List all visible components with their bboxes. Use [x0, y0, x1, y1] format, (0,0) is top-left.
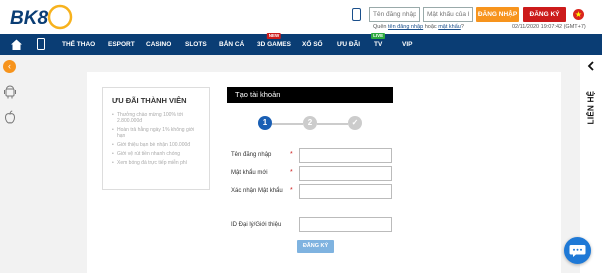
benefits-title: ƯU ĐÃI THÀNH VIÊN: [112, 96, 187, 105]
contact-label: LIÊN HỆ: [586, 90, 596, 125]
main-nav: THỂ THAO ESPORT CASINO SLOTS BẮN CÁ NEW …: [0, 33, 602, 55]
forgot-prefix: Quên: [373, 24, 387, 30]
forgot-credentials: Quên tên đăng nhập hoặc mật khẩu?: [373, 24, 464, 30]
nav-label: ƯU ĐÃI: [337, 41, 361, 48]
username-input[interactable]: [369, 7, 420, 22]
forgot-or: hoặc: [424, 24, 437, 30]
nav-item-esport[interactable]: ESPORT: [108, 34, 135, 55]
step-1-active: 1: [258, 116, 272, 130]
forgot-username-link[interactable]: tên đăng nhập: [388, 24, 423, 30]
nav-label: CASINO: [146, 41, 172, 48]
mobile-app-icon[interactable]: [37, 38, 45, 50]
apple-icon[interactable]: [4, 110, 16, 124]
logo-text: BK8: [10, 8, 48, 29]
required-mark: *: [290, 187, 293, 194]
nav-item-slots[interactable]: SLOTS: [185, 34, 207, 55]
create-account-title: Tạo tài khoản: [227, 87, 393, 103]
nav-item-tv[interactable]: LIVE TV: [371, 33, 386, 55]
new-password-label: Mật khẩu mới: [231, 170, 268, 176]
nav-label: XỔ SỐ: [302, 41, 323, 48]
nav-item-fishing[interactable]: BẮN CÁ: [219, 34, 244, 55]
nav-item-3d-games[interactable]: NEW 3D GAMES: [257, 33, 291, 55]
nav-label: THỂ THAO: [62, 41, 96, 48]
top-header: BK8 ĐĂNG NHẬP ĐĂNG KÝ ★ Quên tên đăng nh…: [0, 0, 602, 34]
phone-icon[interactable]: [352, 8, 361, 21]
nav-item-lottery[interactable]: XỔ SỐ: [302, 34, 323, 55]
chat-icon[interactable]: [564, 237, 591, 264]
back-arrow-icon[interactable]: ‹: [3, 60, 16, 73]
nav-label: ESPORT: [108, 41, 135, 48]
nav-label: BẮN CÁ: [219, 41, 245, 48]
referral-label: ID Đại lý/Giới thiệu: [231, 222, 282, 228]
login-button[interactable]: ĐĂNG NHẬP: [476, 7, 519, 22]
nav-label: 3D GAMES: [257, 41, 291, 48]
chevron-left-icon[interactable]: [586, 61, 596, 71]
step-2: 2: [303, 116, 317, 130]
forgot-password-link[interactable]: mật khẩu: [438, 24, 461, 30]
nav-item-promotions[interactable]: ƯU ĐÃI: [337, 34, 360, 55]
submit-register-button[interactable]: ĐĂNG KÝ: [297, 240, 334, 253]
required-mark: *: [290, 151, 293, 158]
step-indicator: 1 2 ✓: [258, 116, 366, 132]
nav-label: TV: [374, 41, 383, 48]
android-icon[interactable]: [4, 85, 16, 99]
reg-username-input[interactable]: [299, 148, 392, 163]
bk8-logo[interactable]: BK8: [8, 2, 74, 32]
step-connector: [317, 123, 348, 125]
nav-item-sports[interactable]: THỂ THAO: [62, 34, 95, 55]
new-badge: NEW: [266, 33, 282, 39]
benefit-item: Thưởng chào mừng 100% tới 2.800.000đ: [112, 112, 200, 124]
reg-confirm-password-input[interactable]: [299, 184, 392, 199]
forgot-suffix: ?: [460, 24, 464, 30]
nav-item-vip[interactable]: VIP: [402, 34, 412, 55]
benefit-item: Giới vệ rút tiền nhanh chóng: [112, 151, 200, 157]
nav-item-casino[interactable]: CASINO: [146, 34, 171, 55]
username-label: Tên đăng nhập: [231, 152, 272, 158]
left-rail: ‹: [0, 55, 20, 273]
benefit-item: Hoàn trả hằng ngày 1% không giới hạn: [112, 127, 200, 139]
vietnam-flag-icon[interactable]: ★: [573, 9, 584, 20]
nav-label: SLOTS: [185, 41, 207, 48]
benefit-item: Giới thiệu bạn bè nhận 100.000đ: [112, 142, 200, 148]
benefits-list: Thưởng chào mừng 100% tới 2.800.000đ Hoà…: [112, 112, 200, 166]
member-benefits-panel: ƯU ĐÃI THÀNH VIÊN Thưởng chào mừng 100% …: [102, 87, 210, 190]
step-connector: [272, 123, 303, 125]
required-mark: *: [290, 169, 293, 176]
referral-id-input[interactable]: [299, 217, 392, 232]
reg-password-input[interactable]: [299, 166, 392, 181]
confirm-password-label: Xác nhận Mật khẩu: [231, 188, 283, 194]
password-input[interactable]: [423, 7, 473, 22]
datetime-display: 02/11/2020 19:07:42 (GMT+7): [512, 24, 586, 30]
chat-bubble-icon: [569, 245, 586, 257]
nav-label: VIP: [402, 41, 413, 48]
step-3-check-icon: ✓: [348, 116, 362, 130]
benefit-item: Xem bóng đá trực tiếp miễn phí: [112, 160, 200, 166]
register-button[interactable]: ĐĂNG KÝ: [523, 7, 566, 22]
home-icon[interactable]: [10, 38, 23, 51]
live-badge: LIVE: [371, 33, 386, 39]
